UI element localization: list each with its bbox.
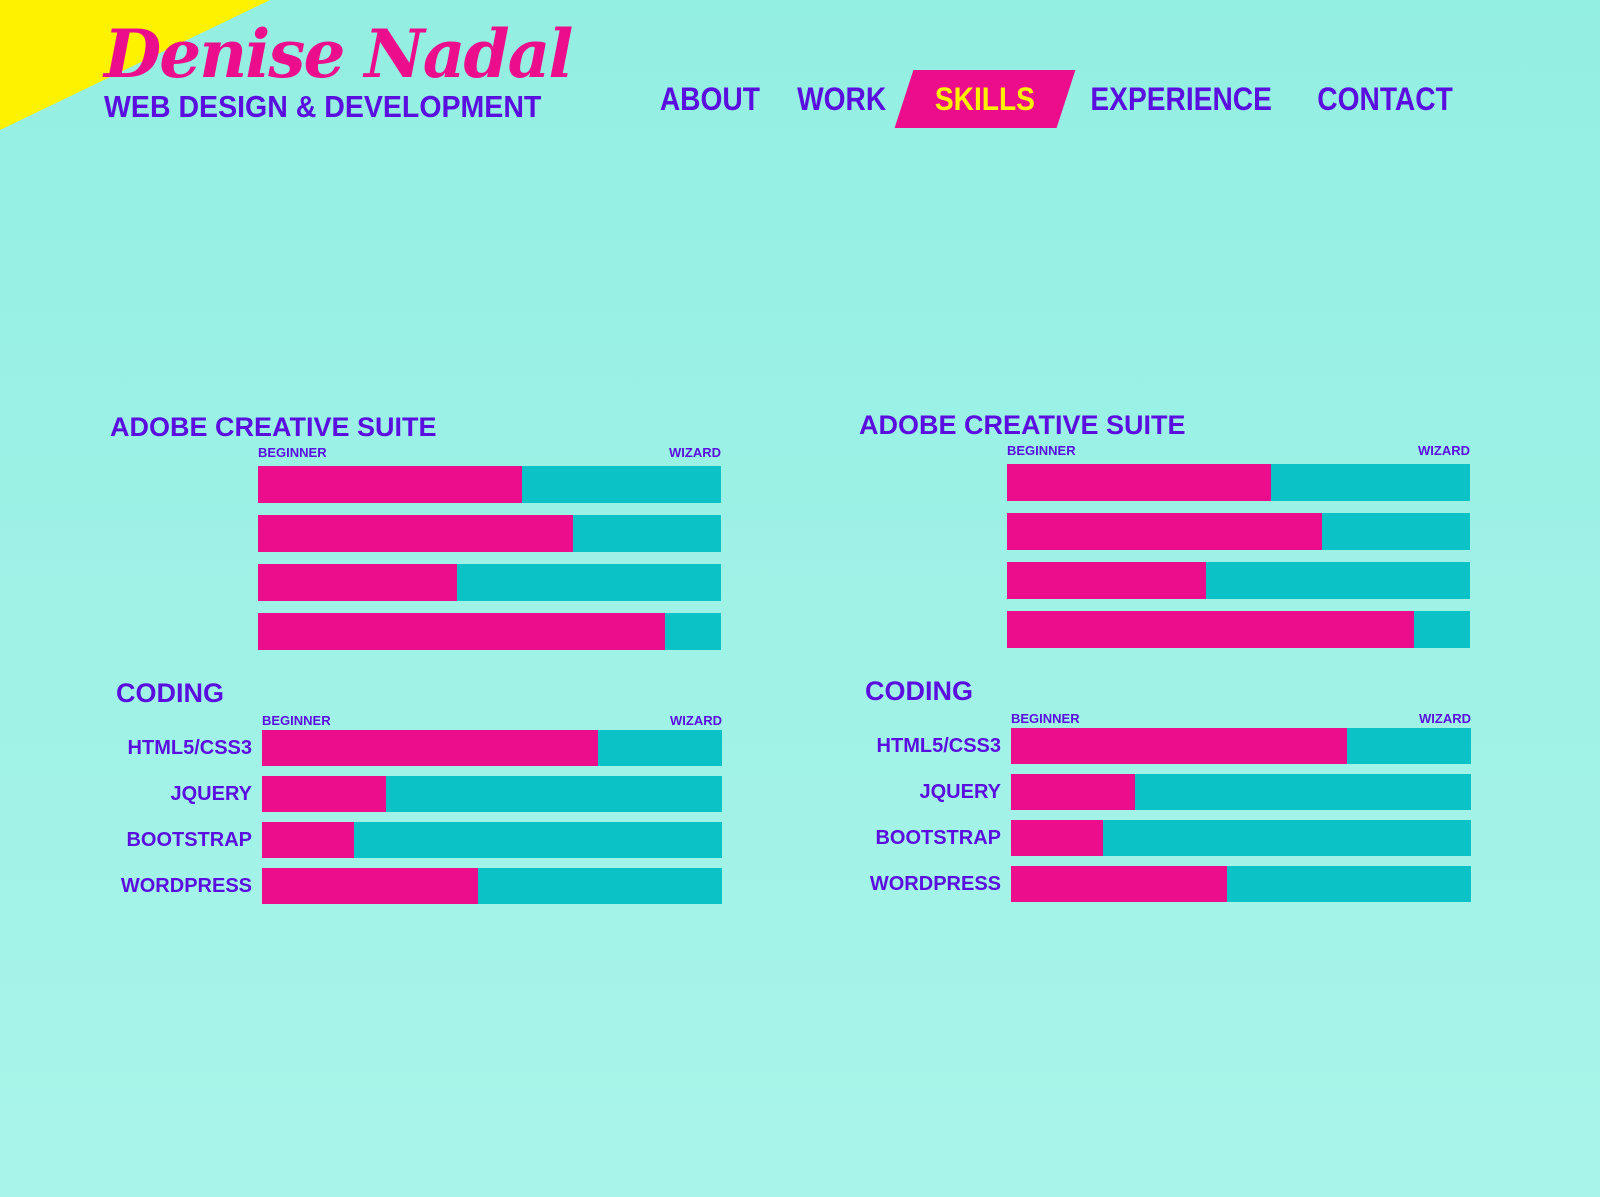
coding-skill-row: BOOTSTRAP <box>859 820 1479 856</box>
adobe-skill-bar <box>258 613 721 650</box>
adobe-skill-bar <box>258 466 721 503</box>
coding-skill-label: JQUERY <box>170 782 252 805</box>
coding-skill-bar <box>262 730 722 766</box>
coding-skill-row: BOOTSTRAP <box>110 822 730 858</box>
nav-label: EXPERIENCE <box>1090 81 1272 117</box>
coding-skill-row: JQUERY <box>859 774 1479 810</box>
scale-wizard-label: WIZARD <box>1419 711 1471 726</box>
skill-bar-fill <box>1011 820 1103 856</box>
coding-skill-label: JQUERY <box>919 780 1001 803</box>
nav-label: ABOUT <box>659 81 760 117</box>
skill-bar-fill <box>1011 728 1347 764</box>
scale-wizard-label: WIZARD <box>670 713 722 728</box>
skill-bar-fill <box>258 515 573 552</box>
adobe-section-title: ADOBE CREATIVE SUITE <box>859 410 1186 440</box>
coding-section: CODING BEGINNER WIZARD HTML5/CSS3 JQUERY… <box>859 676 1479 902</box>
coding-skill-row: JQUERY <box>110 776 730 812</box>
coding-skill-bar <box>262 822 722 858</box>
coding-section-title: CODING <box>116 678 224 708</box>
scale-wizard-label: WIZARD <box>1418 443 1470 458</box>
main-nav: ABOUT WORK SKILLS EXPERIENCE CONTACT <box>641 70 1474 128</box>
nav-label: WORK <box>796 81 886 117</box>
nav-experience[interactable]: EXPERIENCE <box>1066 70 1296 128</box>
coding-skill-bar <box>262 776 722 812</box>
coding-skill-label: BOOTSTRAP <box>875 826 1001 849</box>
skill-scale: BEGINNER WIZARD <box>262 714 722 728</box>
skill-bar-fill <box>1007 611 1415 648</box>
coding-skill-bar <box>1011 866 1471 902</box>
scale-wizard-label: WIZARD <box>669 445 721 460</box>
skill-scale: BEGINNER WIZARD <box>258 446 721 460</box>
adobe-skill-bar <box>1007 464 1470 501</box>
skill-bar-fill <box>262 822 354 858</box>
skill-bar-fill <box>258 466 522 503</box>
coding-skill-bar <box>1011 820 1471 856</box>
skill-bar-fill <box>1011 866 1228 902</box>
coding-section-title: CODING <box>865 676 973 706</box>
nav-about[interactable]: ABOUT <box>641 70 779 128</box>
skills-panel-left: ADOBE CREATIVE SUITE BEGINNER WIZARD COD… <box>110 412 730 904</box>
skill-bar-fill <box>262 868 479 904</box>
brand-name[interactable]: Denise Nadal <box>104 14 579 94</box>
adobe-section: ADOBE CREATIVE SUITE BEGINNER WIZARD <box>110 412 730 650</box>
coding-skill-row: WORDPRESS <box>110 868 730 904</box>
skill-bar-fill <box>1007 513 1322 550</box>
coding-skill-label: WORDPRESS <box>869 872 1001 895</box>
coding-skill-bar <box>1011 728 1471 764</box>
scale-beginner-label: BEGINNER <box>262 713 331 728</box>
adobe-skill-bar <box>1007 562 1470 599</box>
brand[interactable]: Denise Nadal WEB DESIGN & DEVELOPMENT <box>104 14 579 124</box>
coding-skill-row: WORDPRESS <box>859 866 1479 902</box>
coding-section: CODING BEGINNER WIZARD HTML5/CSS3 JQUERY… <box>110 678 730 904</box>
skill-bar-fill <box>1007 562 1207 599</box>
adobe-section-title: ADOBE CREATIVE SUITE <box>110 412 437 442</box>
nav-skills[interactable]: SKILLS <box>904 70 1066 128</box>
skill-bar-fill <box>1007 464 1271 501</box>
adobe-skill-bar <box>1007 513 1470 550</box>
adobe-skill-bar <box>1007 611 1470 648</box>
coding-skill-row: HTML5/CSS3 <box>859 728 1479 764</box>
skill-bar-fill <box>258 613 666 650</box>
skill-scale: BEGINNER WIZARD <box>1007 444 1470 458</box>
coding-skill-bar <box>262 868 722 904</box>
nav-work[interactable]: WORK <box>779 70 904 128</box>
coding-skill-row: HTML5/CSS3 <box>110 730 730 766</box>
nav-contact[interactable]: CONTACT <box>1296 70 1474 128</box>
brand-tagline: WEB DESIGN & DEVELOPMENT <box>104 89 542 124</box>
skill-bar-fill <box>258 564 458 601</box>
skill-bar-fill <box>262 776 387 812</box>
nav-label: CONTACT <box>1317 81 1453 117</box>
coding-skill-label: HTML5/CSS3 <box>876 734 1001 757</box>
scale-beginner-label: BEGINNER <box>1011 711 1080 726</box>
coding-skill-label: HTML5/CSS3 <box>127 736 252 759</box>
scale-beginner-label: BEGINNER <box>1007 443 1076 458</box>
coding-skill-label: BOOTSTRAP <box>126 828 252 851</box>
skill-bar-fill <box>262 730 598 766</box>
coding-skill-bar <box>1011 774 1471 810</box>
adobe-skill-bar <box>258 515 721 552</box>
skill-bar-fill <box>1011 774 1136 810</box>
skills-panel-right: ADOBE CREATIVE SUITE BEGINNER WIZARD COD… <box>859 410 1479 902</box>
scale-beginner-label: BEGINNER <box>258 445 327 460</box>
nav-label: SKILLS <box>934 81 1035 117</box>
adobe-section: ADOBE CREATIVE SUITE BEGINNER WIZARD <box>859 410 1479 648</box>
skill-scale: BEGINNER WIZARD <box>1011 712 1471 726</box>
coding-skill-label: WORDPRESS <box>120 874 252 897</box>
adobe-skill-bar <box>258 564 721 601</box>
